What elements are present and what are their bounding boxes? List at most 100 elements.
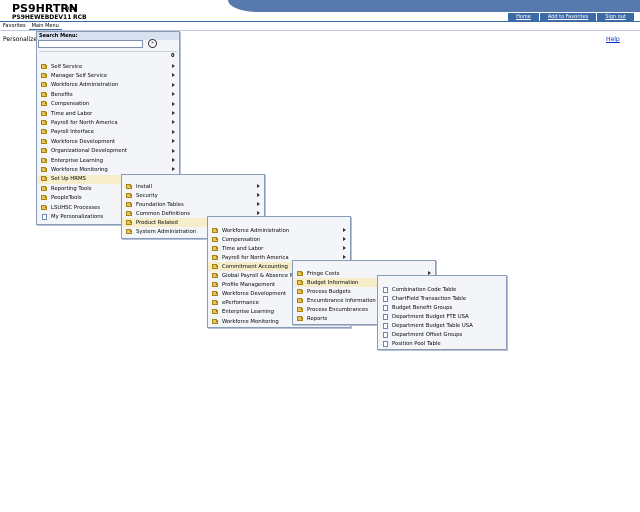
menu-item-label: Department Budget FTE USA (392, 313, 469, 320)
menu-item-label: Encumbrance Information (307, 297, 376, 304)
menu-item-label: Department Budget Table USA (392, 322, 473, 329)
document-icon (42, 213, 47, 220)
menu-item-compensation[interactable]: Compensation (208, 235, 350, 244)
menu-item-manager-self-service[interactable]: Manager Self Service (37, 71, 179, 80)
folder-icon (41, 138, 47, 144)
chevron-right-icon (172, 120, 175, 125)
folder-icon (41, 82, 47, 88)
menu-item-benefits[interactable]: Benefits (37, 90, 179, 99)
menu-item-workforce-administration[interactable]: Workforce Administration (37, 81, 179, 90)
menu-item-payroll-for-north-america[interactable]: Payroll for North America (37, 118, 179, 127)
menu-item-label: Payroll for North America (222, 254, 289, 261)
menu-item-label: Reporting Tools (51, 185, 92, 192)
menu-separator (39, 51, 177, 52)
menu-item-label: ePerformance (222, 300, 259, 307)
menu-item-workforce-administration[interactable]: Workforce Administration (208, 226, 350, 235)
menu-item-label: Workforce Administration (51, 82, 119, 89)
menu-item-label: Process Budgets (307, 288, 351, 295)
chevron-right-icon (172, 158, 175, 162)
menu-item-label: Workforce Monitoring (222, 318, 279, 325)
search-menu-label: Search Menu: (37, 32, 179, 40)
menu-item-label: Process Encumbrances (307, 306, 368, 313)
menu-item-label: Compensation (222, 236, 261, 243)
folder-icon (212, 309, 218, 315)
menu-item-enterprise-learning[interactable]: Enterprise Learning (37, 156, 179, 165)
chevron-right-icon (343, 237, 346, 242)
menu-item-label: System Administration (136, 229, 197, 235)
menu-item-workforce-development[interactable]: Workforce Development (37, 137, 179, 146)
folder-icon (297, 297, 303, 303)
chevron-right-icon (172, 111, 175, 115)
folder-icon (212, 291, 218, 297)
favorites-menu[interactable]: Favorites (0, 22, 29, 30)
menu-item-department-offset-groups[interactable]: Department Offset Groups (378, 331, 506, 340)
menu-item-department-budget-table-usa[interactable]: Department Budget Table USA (378, 321, 506, 330)
folder-icon (41, 148, 47, 154)
menu-item-label: Self Service (51, 63, 83, 70)
help-link[interactable]: Help (606, 36, 620, 43)
menu-item-install[interactable]: Install (122, 182, 264, 191)
home-link[interactable]: Home (508, 13, 539, 21)
budget-information-submenu: Combination Code Table ChartField Transac… (377, 275, 507, 350)
menu-item-organizational-development[interactable]: Organizational Development (37, 147, 179, 156)
folder-icon (212, 245, 218, 251)
chevron-right-icon (172, 139, 175, 144)
folder-icon (212, 282, 218, 288)
menu-item-label: Budget Information (307, 279, 359, 286)
menu-item-time-and-labor[interactable]: Time and Labor (37, 109, 179, 118)
search-input[interactable] (38, 40, 143, 48)
menu-item-label: Time and Labor (222, 245, 264, 252)
menu-item-label: Fringe Costs (307, 270, 340, 277)
folder-icon (297, 288, 303, 294)
document-icon (383, 304, 388, 311)
menu-item-self-service[interactable]: Self Service (37, 62, 179, 71)
chevron-right-icon (172, 82, 175, 87)
database-name: PS9HEWEBDEV11 (12, 14, 72, 21)
menu-item-budget-benefit-groups[interactable]: Budget Benefit Groups (378, 303, 506, 312)
main-menu[interactable]: Main Menu (28, 22, 62, 30)
menu-item-chartfield-transaction-table[interactable]: ChartField Transaction Table (378, 294, 506, 303)
menu-item-label: Common Definitions (136, 210, 190, 217)
folder-icon (41, 185, 47, 191)
folder-icon (212, 273, 218, 278)
search-go-button[interactable]: » (148, 39, 157, 48)
menu-item-combination-code-table[interactable]: Combination Code Table (378, 285, 506, 294)
folder-icon (41, 63, 47, 69)
menu-item-label: Payroll for North America (51, 119, 118, 126)
top-links: Home Add to Favorites Sign out (508, 13, 634, 21)
chevron-right-icon (343, 228, 346, 232)
menu-item-foundation-tables[interactable]: Foundation Tables (122, 200, 264, 209)
folder-icon (41, 204, 47, 210)
folder-icon (41, 157, 47, 163)
menu-item-label: Profile Management (222, 282, 276, 289)
app-version: 8.50 (66, 7, 78, 12)
menu-item-security[interactable]: Security (122, 191, 264, 200)
folder-icon (41, 110, 47, 116)
add-to-favorites-link[interactable]: Add to Favorites (538, 13, 596, 21)
chevron-right-icon (257, 184, 260, 188)
node-name: RCB (73, 14, 87, 21)
menu-item-label: Enterprise Learning (222, 309, 274, 316)
sign-out-link[interactable]: Sign out (596, 13, 634, 21)
menu-item-label: Benefits (51, 91, 73, 98)
menu-count: 0 (171, 53, 175, 59)
menu-item-time-and-labor[interactable]: Time and Labor (208, 244, 350, 253)
folder-icon (212, 300, 218, 306)
folder-icon (126, 229, 132, 234)
folder-icon (41, 166, 47, 172)
menu-item-label: ChartField Transaction Table (392, 295, 467, 302)
folder-icon (212, 263, 218, 269)
menu-item-department-budget-fte-usa[interactable]: Department Budget FTE USA (378, 312, 506, 321)
menu-item-label: PeopleTools (51, 195, 82, 202)
document-icon (383, 332, 388, 338)
chevron-right-icon (172, 64, 175, 68)
folder-icon (126, 219, 132, 225)
menu-item-payroll-interface[interactable]: Payroll Interface (37, 128, 179, 137)
menu-item-label: Organizational Development (51, 148, 127, 155)
personalize-link[interactable]: Personalize (3, 36, 37, 43)
menu-item-label: LSUHSC Processes (51, 204, 101, 211)
folder-icon (212, 318, 218, 324)
menu-item-position-pool-table[interactable]: Position Pool Table (378, 340, 506, 349)
menu-item-compensation[interactable]: Compensation (37, 100, 179, 109)
menu-item-label: Enterprise Learning (51, 157, 103, 164)
